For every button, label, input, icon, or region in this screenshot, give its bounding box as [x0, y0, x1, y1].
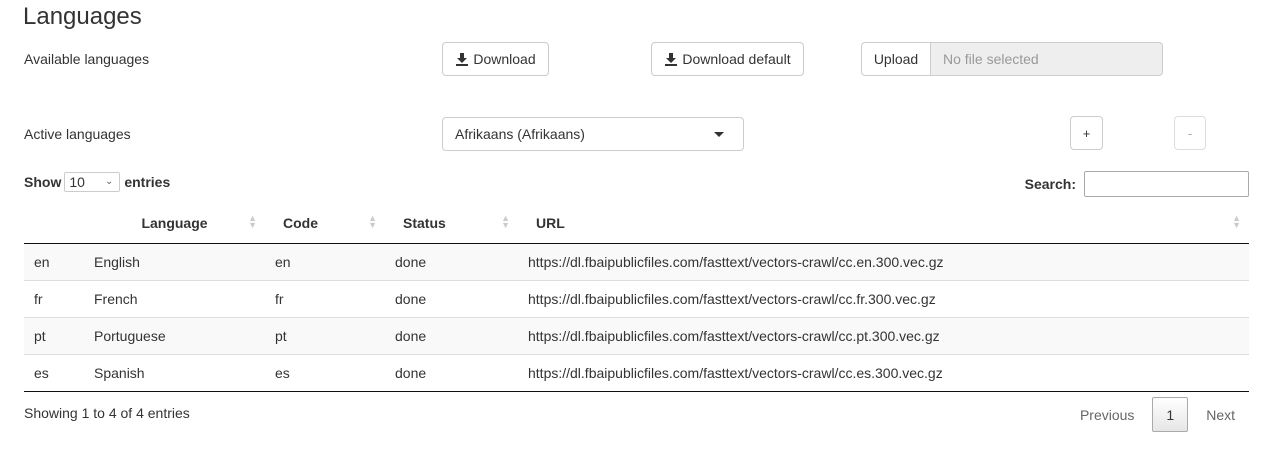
sort-icon: ▲ ▼	[248, 213, 257, 230]
table-search: Search:	[1025, 171, 1249, 197]
page-length-control: Show 10 ⌄ entries	[24, 172, 170, 192]
cell-language: Spanish	[84, 353, 265, 392]
cell-code: pt	[265, 316, 385, 354]
page-length-value: 10	[69, 174, 85, 190]
cell-status: done	[385, 353, 518, 392]
sort-icon: ▲ ▼	[1232, 213, 1241, 230]
cell-status: done	[385, 243, 518, 280]
column-header-status[interactable]: Status ▲ ▼	[385, 203, 518, 244]
table-info: Showing 1 to 4 of 4 entries	[24, 405, 190, 421]
sort-icon: ▲ ▼	[368, 213, 377, 230]
caret-down-icon	[714, 132, 724, 137]
column-header-url-label: URL	[536, 214, 565, 231]
upload-file-field[interactable]: No file selected	[931, 42, 1163, 76]
download-icon	[665, 53, 678, 66]
download-button[interactable]: Download	[442, 42, 549, 76]
next-button[interactable]: Next	[1192, 397, 1249, 432]
cell-status: done	[385, 279, 518, 317]
entries-label: entries	[124, 174, 171, 190]
column-header-status-label: Status	[403, 214, 446, 231]
page-1-button[interactable]: 1	[1152, 397, 1189, 432]
remove-language-button[interactable]: -	[1174, 116, 1206, 150]
cell-language: French	[84, 279, 265, 317]
download-icon	[456, 53, 469, 66]
cell-url: https://dl.fbaipublicfiles.com/fasttext/…	[518, 316, 1249, 354]
pagination: Previous 1 Next	[1066, 397, 1249, 432]
cell-code: fr	[265, 279, 385, 317]
cell-code: es	[265, 353, 385, 392]
column-header-language[interactable]: Language ▲ ▼	[84, 203, 265, 244]
add-language-button[interactable]: +	[1070, 116, 1103, 150]
file-upload: Upload No file selected	[861, 42, 1163, 76]
cell-index: es	[24, 353, 84, 392]
column-header-url[interactable]: URL ▲ ▼	[518, 203, 1249, 244]
column-header-code-label: Code	[283, 214, 318, 231]
available-languages-label: Available languages	[24, 51, 150, 67]
page-title: Languages	[23, 3, 142, 30]
languages-table: Language ▲ ▼ Code ▲ ▼ Status ▲ ▼ URL ▲ ▼ en …	[24, 203, 1249, 392]
show-label: Show	[24, 174, 62, 190]
table-row[interactable]: es Spanish es done https://dl.fbaipublic…	[24, 353, 1249, 392]
cell-status: done	[385, 316, 518, 354]
column-header-language-label: Language	[141, 214, 208, 231]
column-header-code[interactable]: Code ▲ ▼	[265, 203, 385, 244]
active-languages-label: Active languages	[24, 126, 131, 142]
cell-index: fr	[24, 279, 84, 317]
download-button-label: Download	[473, 51, 536, 67]
upload-button[interactable]: Upload	[861, 42, 931, 76]
active-language-select[interactable]: Afrikaans (Afrikaans)	[442, 117, 744, 151]
table-row[interactable]: fr French fr done https://dl.fbaipublicf…	[24, 279, 1249, 317]
active-language-value: Afrikaans (Afrikaans)	[455, 126, 585, 142]
previous-button[interactable]: Previous	[1066, 397, 1148, 432]
cell-index: en	[24, 243, 84, 280]
sort-icon: ▲ ▼	[501, 213, 510, 230]
page-length-select[interactable]: 10 ⌄	[64, 172, 121, 192]
table-row[interactable]: en English en done https://dl.fbaipublic…	[24, 243, 1249, 280]
cell-url: https://dl.fbaipublicfiles.com/fasttext/…	[518, 279, 1249, 317]
search-input[interactable]	[1084, 171, 1249, 197]
cell-index: pt	[24, 316, 84, 354]
download-default-label: Download default	[682, 51, 791, 67]
cell-url: https://dl.fbaipublicfiles.com/fasttext/…	[518, 243, 1249, 280]
search-label: Search:	[1024, 176, 1076, 192]
column-header-index[interactable]	[24, 203, 84, 244]
cell-code: en	[265, 243, 385, 280]
cell-url: https://dl.fbaipublicfiles.com/fasttext/…	[518, 353, 1249, 392]
download-default-button[interactable]: Download default	[651, 42, 804, 76]
chevron-down-icon: ⌄	[104, 176, 114, 187]
cell-language: Portuguese	[84, 316, 265, 354]
table-row[interactable]: pt Portuguese pt done https://dl.fbaipub…	[24, 316, 1249, 354]
cell-language: English	[84, 243, 265, 280]
